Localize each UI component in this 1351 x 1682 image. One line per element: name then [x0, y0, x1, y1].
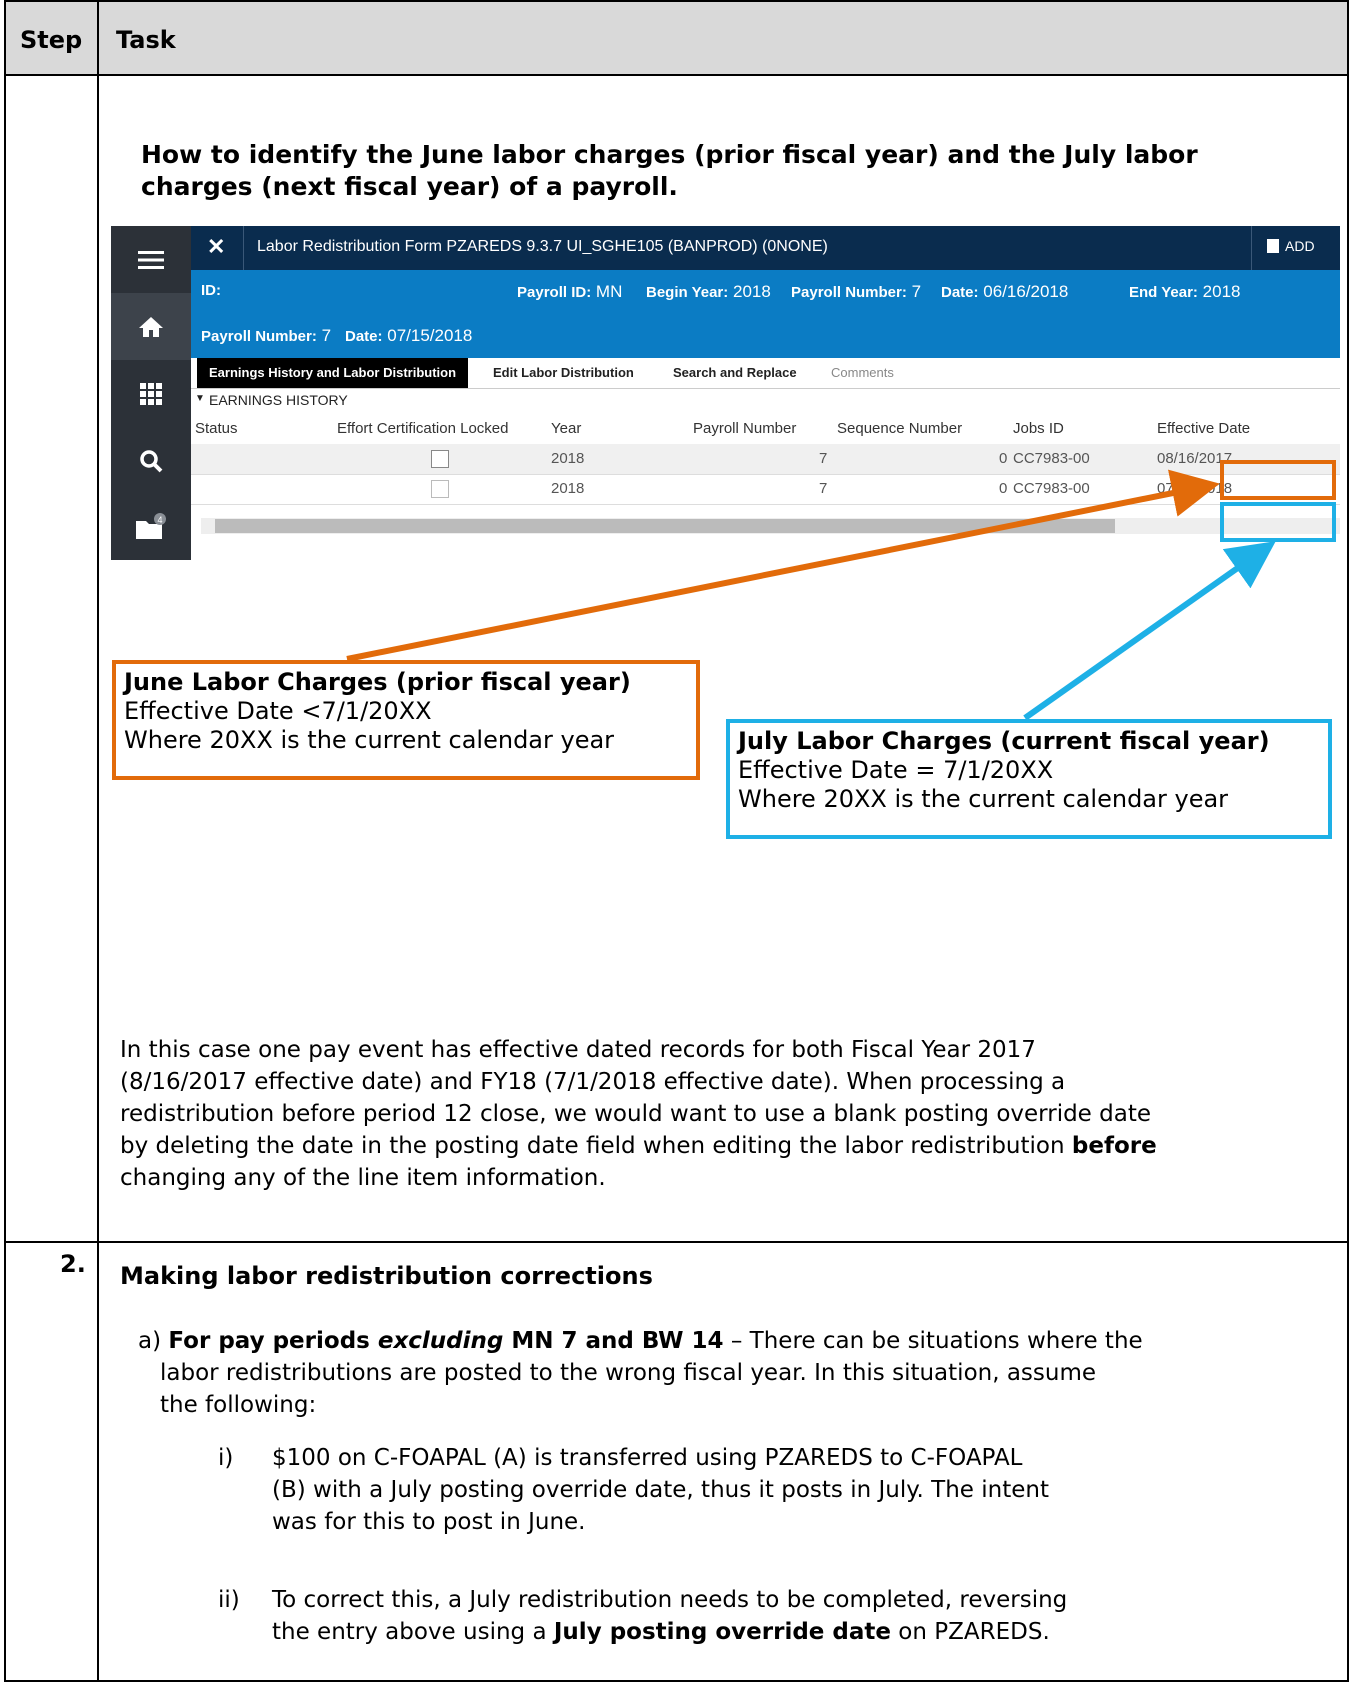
item-ii: ii) To correct this, a July redistributi… — [218, 1587, 1068, 1645]
june-title: June Labor Charges (prior fiscal year) — [124, 668, 631, 696]
july-highlight-box — [1220, 502, 1336, 542]
june-line2: Where 20XX is the current calendar year — [124, 726, 615, 754]
june-arrow — [346, 469, 1220, 662]
july-title: July Labor Charges (current fiscal year) — [738, 727, 1270, 755]
item-a: a) For pay periods excluding MN 7 and BW… — [138, 1328, 1143, 1418]
june-line1: Effective Date <7/1/20XX — [124, 697, 432, 725]
step-number: 2. — [60, 1250, 86, 1278]
annotation-overlay — [346, 460, 1336, 721]
row2-heading: Making labor redistribution corrections — [120, 1262, 653, 1290]
july-callout: July Labor Charges (current fiscal year)… — [726, 719, 1332, 839]
item-i: i) $100 on C-FOAPAL (A) is transferred u… — [218, 1445, 1050, 1535]
june-callout: June Labor Charges (prior fiscal year) E… — [112, 660, 700, 780]
july-line1: Effective Date = 7/1/20XX — [738, 756, 1054, 784]
june-highlight-box — [1220, 460, 1336, 500]
july-line2: Where 20XX is the current calendar year — [738, 785, 1229, 813]
july-arrow — [1023, 541, 1276, 721]
explanation-paragraph: In this case one pay event has effective… — [120, 1037, 1157, 1191]
